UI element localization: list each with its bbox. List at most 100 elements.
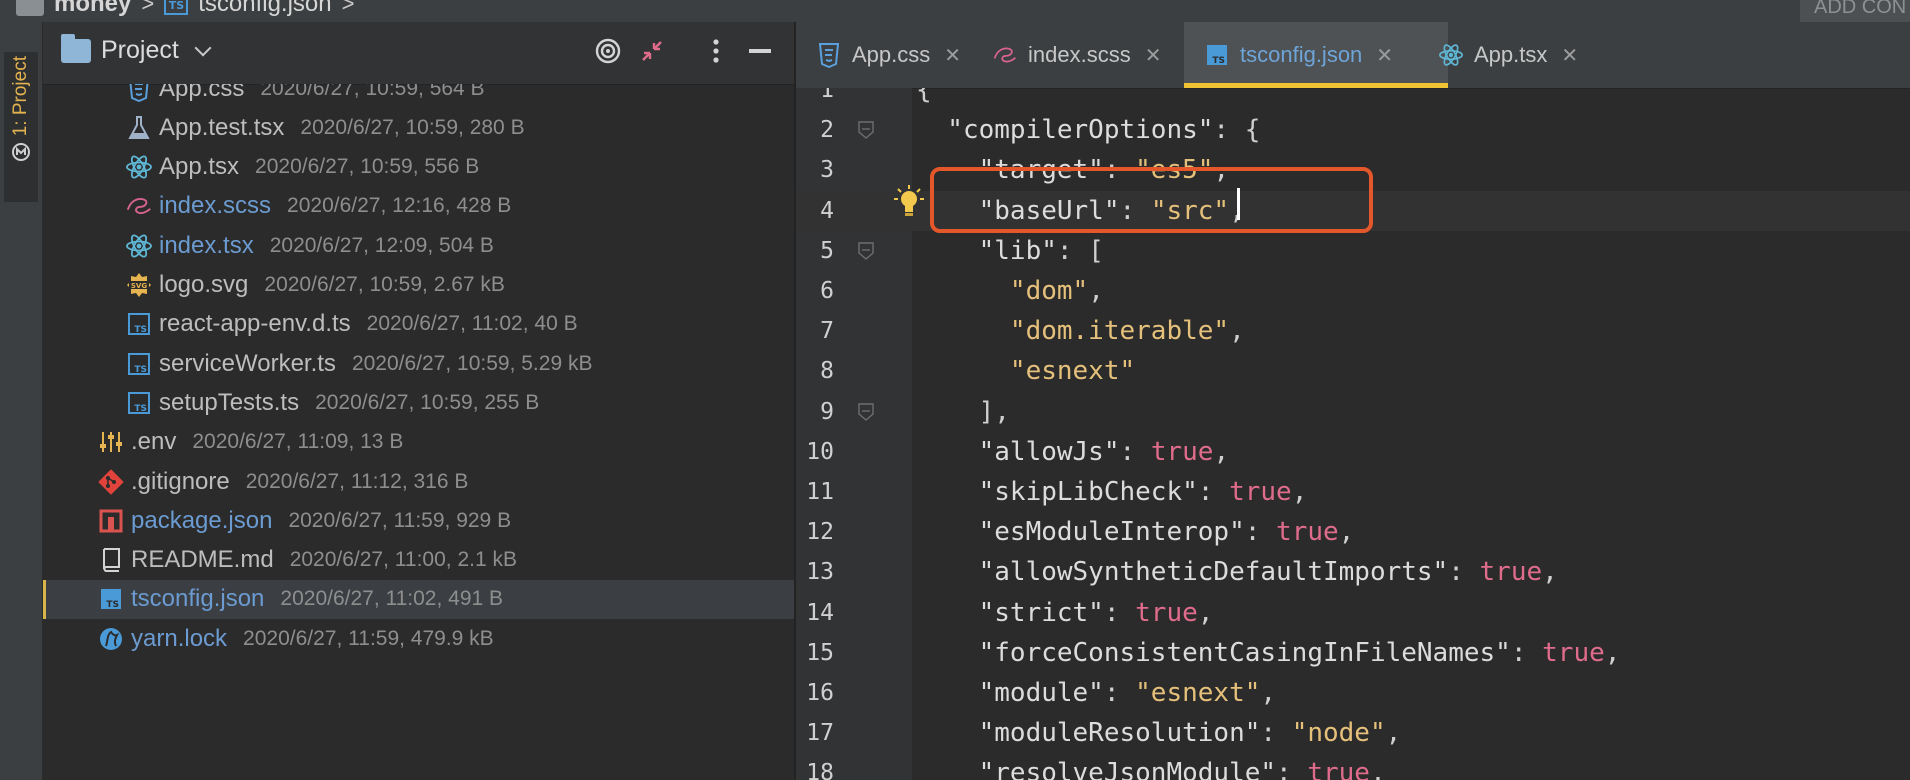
breadcrumb: money > TS tsconfig.json > ADD CON [0, 0, 1910, 22]
code-token: : [1197, 477, 1230, 507]
collapse-all-icon[interactable] [635, 34, 669, 68]
code-line[interactable]: 11 "skipLibCheck": true, [796, 472, 1910, 512]
tree-item[interactable]: TS tsconfig.json 2020/6/27, 11:02, 491 B [43, 579, 794, 619]
tree-item[interactable]: index.scss 2020/6/27, 12:16, 428 B [43, 187, 794, 226]
code-token: "resolveJsonModule" [916, 758, 1277, 780]
fold-icon[interactable] [858, 121, 874, 140]
svg-icon: SVG [125, 271, 153, 299]
code-token: , [1213, 436, 1230, 467]
target-icon[interactable] [591, 34, 625, 68]
tree-item-meta: 2020/6/27, 10:59, 5.29 kB [351, 351, 593, 375]
code-text: { [916, 88, 932, 110]
tree-item[interactable]: package.json 2020/6/27, 11:59, 929 B [43, 501, 794, 540]
close-icon[interactable]: ✕ [1376, 43, 1393, 68]
tab-app-css[interactable]: App.css ✕ [816, 22, 986, 88]
tree-item[interactable]: SVG logo.svg 2020/6/27, 10:59, 2.67 kB [43, 266, 794, 305]
code-line[interactable]: 12 "esModuleInterop": true, [796, 512, 1910, 552]
tree-item[interactable]: index.tsx 2020/6/27, 12:09, 504 B [43, 226, 794, 265]
tree-item-name: logo.svg [159, 271, 249, 298]
code-token: true [1542, 637, 1605, 668]
tab-app-tsx[interactable]: App.tsx ✕ [1438, 22, 1598, 88]
tool-window-strip: 1: Project [0, 22, 43, 780]
code-line[interactable]: 1{ [796, 88, 1910, 110]
more-options-icon[interactable] [699, 34, 733, 68]
code-line[interactable]: 16 "module": "esnext", [796, 673, 1910, 713]
code-token: , [1542, 557, 1558, 588]
line-number: 7 [820, 318, 834, 345]
code-text: "esnext" [916, 351, 1135, 391]
fold-icon[interactable] [858, 242, 874, 260]
code-line[interactable]: 14 "strict": true, [796, 593, 1910, 633]
breadcrumb-file[interactable]: tsconfig.json [198, 0, 331, 18]
add-configuration-button[interactable]: ADD CON [1800, 0, 1910, 22]
tree-item[interactable]: .env 2020/6/27, 11:09, 13 B [43, 423, 794, 462]
tree-item[interactable]: README.md 2020/6/27, 11:00, 2.1 kB [43, 541, 794, 580]
code-token: "dom.iterable" [916, 316, 1230, 347]
close-icon[interactable]: ✕ [944, 43, 961, 68]
lightbulb-icon[interactable] [894, 184, 924, 218]
code-line[interactable]: 17 "moduleResolution": "node", [796, 713, 1910, 753]
tab-label: tsconfig.json [1240, 42, 1363, 67]
tsconfig-icon: TS [97, 585, 125, 613]
close-icon[interactable]: ✕ [1561, 43, 1578, 68]
tree-item-meta: 2020/6/27, 11:12, 316 B [245, 469, 469, 493]
tab-tsconfig-json[interactable]: TS tsconfig.json ✕ [1184, 22, 1448, 88]
tab-index-scss[interactable]: index.scss ✕ [992, 22, 1198, 88]
tree-item-meta: 2020/6/27, 11:02, 491 B [280, 587, 504, 611]
code-line[interactable]: 18 "resolveJsonModule": true, [796, 753, 1910, 780]
svg-text:TS: TS [106, 600, 119, 610]
tree-item[interactable]: App.tsx 2020/6/27, 10:59, 556 B [43, 148, 794, 187]
tree-item[interactable]: TS serviceWorker.ts 2020/6/27, 10:59, 5.29… [43, 344, 794, 383]
ts-file-icon: TS [125, 310, 153, 338]
code-line[interactable]: 10 "allowJs": true, [796, 432, 1910, 472]
line-number: 15 [806, 639, 834, 666]
code-line[interactable]: 15 "forceConsistentCasingInFileNames": t… [796, 633, 1910, 673]
line-number: 6 [820, 278, 834, 304]
code-token: : [1276, 758, 1308, 780]
code-token: true [1307, 758, 1370, 780]
minimize-icon[interactable] [743, 34, 777, 68]
code-token: "esnext" [1135, 678, 1261, 708]
tree-item-meta: 2020/6/27, 11:59, 479.9 kB [243, 626, 494, 650]
tree-item[interactable]: App.test.tsx 2020/6/27, 10:59, 280 B [43, 108, 794, 147]
code-line[interactable]: 5 "lib": [ [796, 231, 1910, 271]
code-token: ], [916, 396, 1010, 427]
tree-item-meta: 2020/6/27, 10:59, 564 B [260, 84, 485, 100]
env-settings-icon [97, 428, 125, 456]
tree-item[interactable]: App.css 2020/6/27, 10:59, 564 B [43, 84, 794, 108]
tree-item-meta: 2020/6/27, 11:09, 13 B [192, 430, 404, 454]
code-token: : [1103, 678, 1136, 708]
fold-icon[interactable] [858, 402, 874, 421]
tree-item[interactable]: .gitignore 2020/6/27, 11:12, 316 B [43, 462, 794, 501]
code-line[interactable]: 6 "dom", [796, 271, 1910, 311]
code-line[interactable]: 7 "dom.iterable", [796, 311, 1910, 351]
close-icon[interactable]: ✕ [1145, 43, 1162, 68]
line-number: 1 [820, 88, 834, 103]
ts-file-icon: TS [125, 350, 153, 378]
tab-label: index.scss [1028, 42, 1131, 67]
code-text: "moduleResolution": "node", [916, 713, 1402, 753]
code-token: , [1260, 678, 1277, 708]
code-line[interactable]: 13 "allowSyntheticDefaultImports": true, [796, 552, 1910, 592]
tree-item[interactable]: TS setupTests.ts 2020/6/27, 10:59, 255 B [43, 383, 794, 422]
tab-label: App.css [852, 42, 931, 67]
sass-icon [125, 192, 153, 220]
code-text: "allowSyntheticDefaultImports": true, [916, 552, 1558, 592]
react-icon [125, 232, 153, 260]
project-tool-window-button[interactable]: 1: Project [4, 52, 38, 202]
code-token: true [1229, 477, 1292, 507]
tree-item[interactable]: yarn.lock 2020/6/27, 11:59, 479.9 kB [43, 619, 794, 658]
code-line[interactable]: 8 "esnext" [796, 351, 1910, 391]
code-line[interactable]: 9 ], [796, 392, 1910, 432]
test-flask-icon [125, 114, 153, 142]
yarn-icon [97, 625, 125, 653]
folder-icon [16, 0, 44, 16]
tree-item-name: App.test.tsx [159, 113, 285, 141]
tree-item[interactable]: TS react-app-env.d.ts 2020/6/27, 11:02, 40… [43, 305, 794, 344]
code-token: : [1260, 718, 1292, 749]
breadcrumb-project[interactable]: money [54, 0, 131, 18]
project-view-selector[interactable]: Project [61, 33, 212, 65]
code-token: , [1385, 718, 1402, 749]
code-line[interactable]: 2 "compilerOptions": { [796, 110, 1910, 150]
code-token: : [1119, 436, 1151, 467]
